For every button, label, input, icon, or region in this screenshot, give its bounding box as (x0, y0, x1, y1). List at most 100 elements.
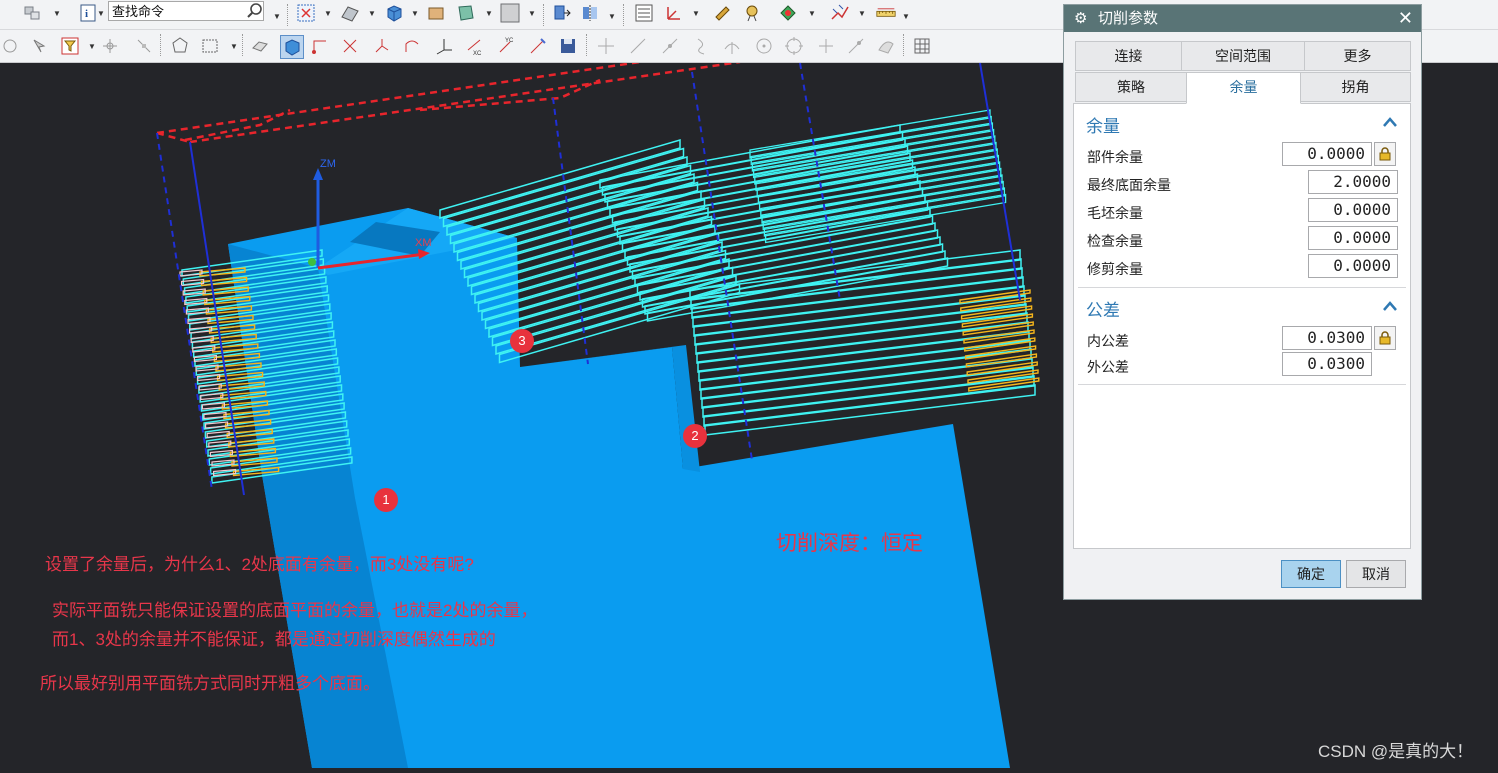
curve-icon[interactable] (340, 36, 360, 56)
allowance-panel: 余量 部件余量 0.0000 最终底面余量 2.0000 毛坯余量 0.0000… (1073, 103, 1411, 549)
section-divider (1078, 384, 1406, 385)
field-label-intol: 内公差 (1087, 333, 1129, 349)
grid-icon[interactable] (912, 36, 932, 56)
tab-space-range[interactable]: 空间范围 (1181, 41, 1305, 71)
polygon-select-icon[interactable] (170, 36, 190, 56)
snap-point-icon[interactable] (846, 36, 866, 56)
curve-icon[interactable] (372, 36, 392, 56)
snap-point-icon[interactable] (596, 36, 616, 56)
curve-icon[interactable] (310, 36, 330, 56)
chevron-down-icon[interactable]: ▼ (528, 9, 536, 18)
tab-more[interactable]: 更多 (1304, 41, 1411, 71)
operation-navigator-icon[interactable] (634, 3, 654, 23)
info-icon[interactable]: i (78, 3, 98, 23)
move-object-icon[interactable] (552, 3, 572, 23)
select-filter-icon[interactable] (296, 3, 316, 23)
sheet-body-icon[interactable] (456, 3, 476, 23)
dialog-title-bar[interactable]: ⚙ 切削参数 ✕ (1064, 5, 1421, 32)
section-allowance-header[interactable]: 余量 (1086, 112, 1120, 137)
toolpath-icon[interactable] (830, 3, 850, 23)
chevron-up-icon[interactable] (1382, 116, 1398, 128)
face-icon[interactable] (340, 3, 360, 23)
save-icon[interactable] (558, 36, 578, 56)
cancel-button[interactable]: 取消 (1346, 560, 1406, 588)
color-swatch-icon[interactable] (500, 3, 520, 23)
chevron-down-icon[interactable]: ▼ (808, 9, 816, 18)
mirror-icon[interactable] (580, 3, 600, 23)
chevron-down-icon[interactable]: ▼ (324, 9, 332, 18)
lock-icon[interactable] (1374, 142, 1396, 166)
solid-body-icon[interactable] (384, 3, 404, 23)
tab-filler (1411, 72, 1412, 102)
annotation-depth: 切削深度：恒定 (776, 532, 923, 555)
part-allowance-input[interactable]: 0.0000 (1282, 142, 1372, 166)
chevron-down-icon[interactable]: ▼ (368, 9, 376, 18)
xc-axis-icon[interactable]: XC (464, 36, 484, 56)
snap-point-icon[interactable] (134, 36, 154, 56)
material-icon[interactable] (426, 3, 446, 23)
type-filter-icon[interactable] (60, 36, 80, 56)
chevron-down-icon[interactable]: ▼ (608, 12, 616, 21)
field-label-part-allowance: 部件余量 (1087, 149, 1143, 165)
snap-point-icon[interactable] (876, 36, 896, 56)
curve-icon[interactable] (528, 36, 548, 56)
chevron-down-icon[interactable]: ▼ (411, 9, 419, 18)
section-tolerance-header[interactable]: 公差 (1086, 296, 1120, 321)
chevron-down-icon[interactable]: ▼ (858, 9, 866, 18)
tab-connect[interactable]: 连接 (1075, 41, 1182, 71)
tool-icon[interactable] (712, 3, 732, 23)
annotation-conclusion: 所以最好别用平面铣方式同时开粗多个底面。 (40, 674, 380, 693)
wcs-icon[interactable] (664, 3, 684, 23)
final-floor-allowance-input[interactable]: 2.0000 (1308, 170, 1398, 194)
curve-icon[interactable] (402, 36, 422, 56)
toolbar-separator (287, 4, 289, 26)
chevron-down-icon[interactable]: ▼ (902, 12, 910, 21)
command-search-input[interactable]: 查找命令 (108, 1, 264, 21)
snap-point-icon[interactable] (754, 36, 774, 56)
close-icon[interactable]: ✕ (1398, 5, 1413, 32)
geometry-icon[interactable] (778, 3, 798, 23)
intol-input[interactable]: 0.0300 (1282, 326, 1372, 350)
blank-allowance-input[interactable]: 0.0000 (1308, 198, 1398, 222)
snap-point-icon[interactable] (660, 36, 680, 56)
outtol-input[interactable]: 0.0300 (1282, 352, 1372, 376)
dialog-title: 切削参数 (1098, 10, 1159, 27)
chevron-down-icon[interactable]: ▼ (230, 42, 238, 51)
tab-allowance[interactable]: 余量 (1186, 72, 1301, 104)
chevron-down-icon[interactable]: ▼ (97, 9, 105, 18)
solid-body-icon[interactable] (280, 35, 304, 59)
snap-point-icon[interactable] (816, 36, 836, 56)
chevron-up-icon[interactable] (1382, 300, 1398, 312)
chevron-down-icon[interactable]: ▼ (88, 42, 96, 51)
lock-icon[interactable] (1374, 326, 1396, 350)
origin-icon[interactable] (434, 36, 454, 56)
annotation-explain-1: 实际平面铣只能保证设置的底面平面的余量，也就是2处的余量， (52, 601, 538, 620)
field-label-check-allowance: 检查余量 (1087, 233, 1143, 249)
snap-point-icon[interactable] (784, 36, 804, 56)
face-icon[interactable] (250, 36, 270, 56)
tab-strategy[interactable]: 策略 (1075, 72, 1187, 102)
snap-point-icon[interactable] (722, 36, 742, 56)
selection-tool-icon[interactable] (30, 36, 50, 56)
snap-point-icon[interactable] (628, 36, 648, 56)
snap-point-icon[interactable] (100, 36, 120, 56)
yc-axis-icon[interactable]: YC (496, 36, 516, 56)
chevron-down-icon[interactable]: ▼ (485, 9, 493, 18)
gear-icon: ⚙ (1074, 10, 1088, 27)
chevron-down-icon[interactable]: ▼ (273, 12, 281, 21)
ok-button[interactable]: 确定 (1281, 560, 1341, 588)
cutting-parameters-dialog: ⚙ 切削参数 ✕ 连接 空间范围 更多 策略 余量 部件余量 0.0000 最终… (1063, 4, 1422, 600)
hide-icon[interactable] (0, 36, 20, 56)
check-allowance-input[interactable]: 0.0000 (1308, 226, 1398, 250)
measure-icon[interactable] (874, 3, 898, 23)
chevron-down-icon[interactable]: ▼ (692, 9, 700, 18)
snap-point-icon[interactable] (692, 36, 712, 56)
trim-allowance-input[interactable]: 0.0000 (1308, 254, 1398, 278)
toolbar-separator (242, 34, 244, 56)
chevron-down-icon[interactable]: ▼ (53, 9, 61, 18)
assembly-icon[interactable] (22, 3, 42, 23)
search-icon[interactable] (246, 2, 264, 20)
rectangle-select-icon[interactable] (200, 36, 220, 56)
tab-corner[interactable]: 拐角 (1300, 72, 1411, 102)
machine-tool-icon[interactable] (742, 3, 762, 23)
